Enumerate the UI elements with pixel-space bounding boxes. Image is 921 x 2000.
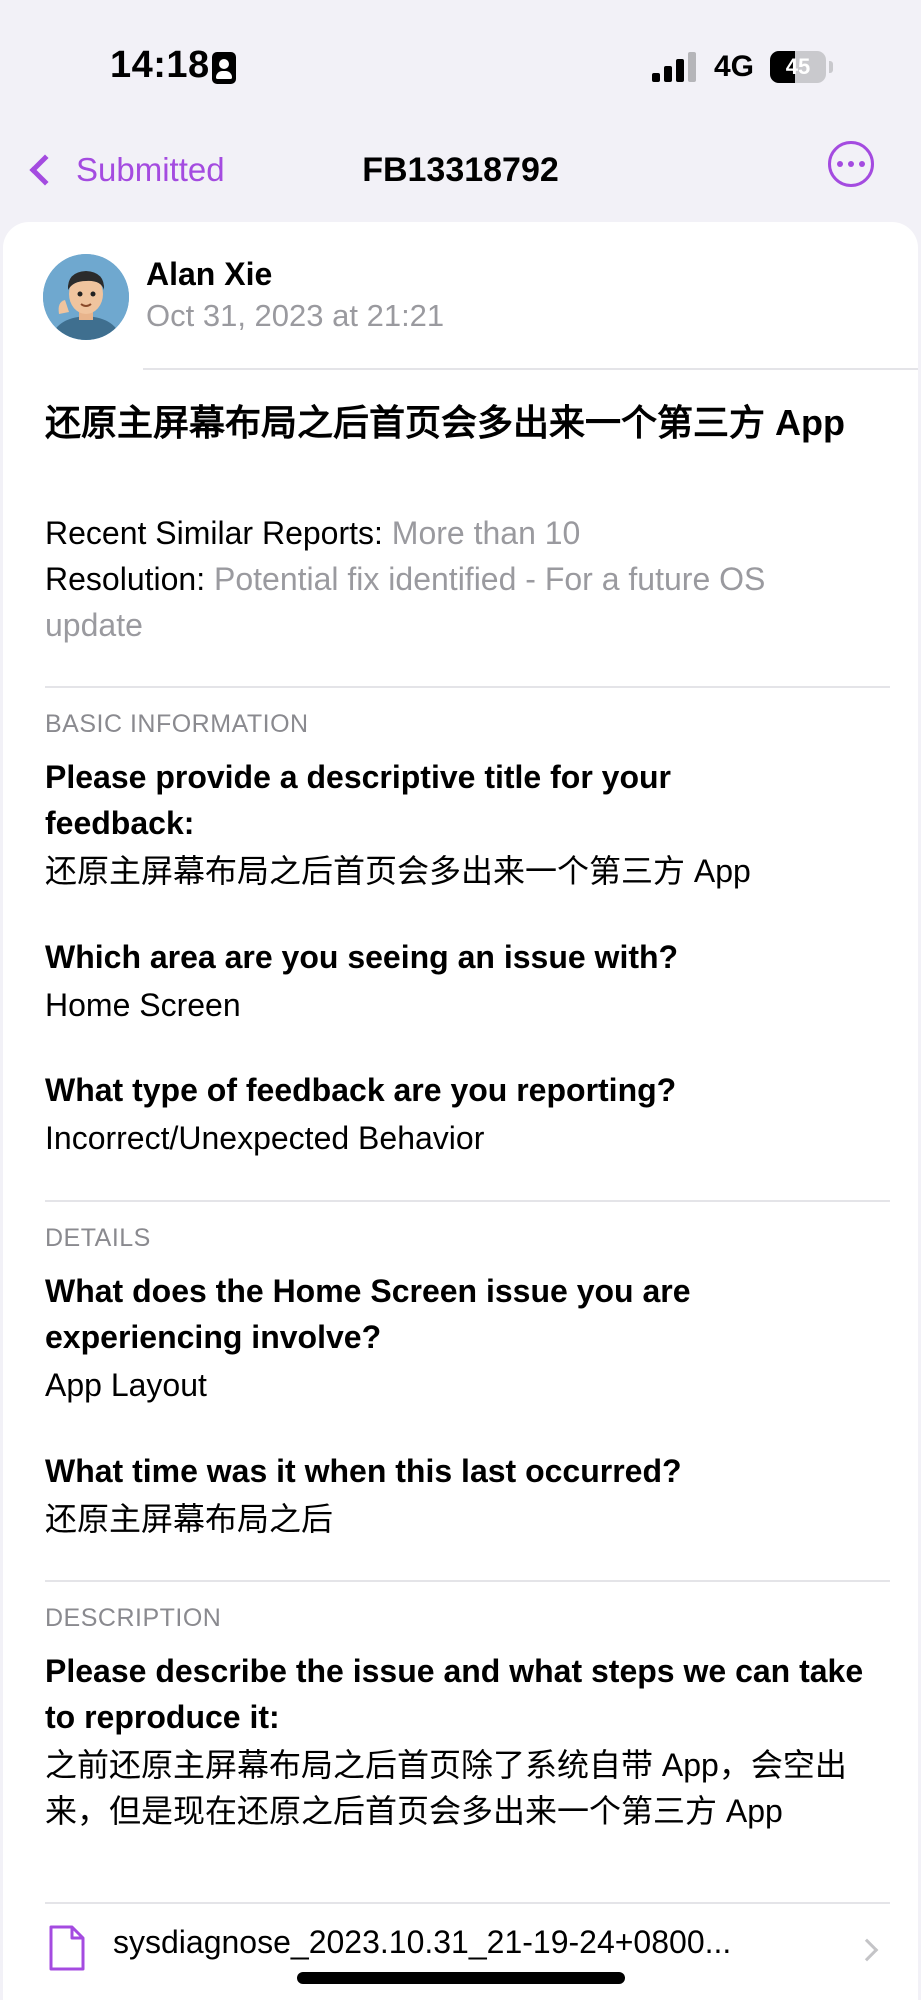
answer-issue-involve: App Layout	[45, 1367, 207, 1403]
question-describe-issue: Please describe the issue and what steps…	[45, 1653, 864, 1735]
answer-area: Home Screen	[45, 987, 241, 1023]
feedback-detail-screen: 14:18 4G 45 Submitted FB13318792 Alan Xi…	[0, 0, 921, 2000]
chevron-right-icon	[855, 1938, 879, 1962]
section-header-description: DESCRIPTION	[45, 1604, 222, 1632]
divider	[45, 1902, 890, 1904]
ellipsis-dot	[848, 161, 854, 167]
signal-bar	[652, 73, 660, 82]
submission-date: Oct 31, 2023 at 21:21	[146, 298, 445, 333]
answer-feedback-type: Incorrect/Unexpected Behavior	[45, 1120, 485, 1156]
memoji-avatar	[43, 254, 129, 340]
battery-cap	[829, 61, 833, 73]
question-title: Please provide a descriptive title for y…	[45, 759, 671, 841]
report-title: 还原主屏幕布局之后首页会多出来一个第三方 App	[45, 402, 845, 443]
similar-reports-line: Recent Similar Reports: More than 10	[45, 510, 845, 556]
divider	[45, 686, 890, 688]
resolution-label: Resolution:	[45, 561, 206, 597]
report-meta: Recent Similar Reports: More than 10 Res…	[45, 510, 845, 648]
navigation-bar: Submitted FB13318792	[0, 130, 921, 220]
question-area: Which area are you seeing an issue with?	[45, 939, 679, 975]
home-indicator	[297, 1972, 625, 1984]
resolution-line: Resolution: Potential fix identified - F…	[45, 556, 845, 648]
ellipsis-dot	[837, 161, 843, 167]
feedback-card: Alan Xie Oct 31, 2023 at 21:21 还原主屏幕布局之后…	[3, 222, 918, 2000]
battery-percent: 45	[785, 54, 811, 79]
similar-reports-value: More than 10	[391, 515, 581, 551]
divider	[143, 368, 918, 370]
network-type: 4G	[714, 50, 755, 83]
cellular-signal-icon	[652, 52, 698, 82]
attachment-filename: sysdiagnose_2023.10.31_21-19-24+0800...	[113, 1924, 732, 1960]
person-card-icon	[212, 52, 236, 84]
status-time: 14:18	[110, 44, 210, 86]
author-name: Alan Xie	[146, 256, 273, 292]
divider	[45, 1580, 890, 1582]
section-header-basic-information: BASIC INFORMATION	[45, 710, 309, 738]
similar-reports-label: Recent Similar Reports:	[45, 515, 383, 551]
document-icon	[49, 1925, 85, 1971]
question-issue-involve: What does the Home Screen issue you are …	[45, 1273, 691, 1355]
page-title: FB13318792	[362, 151, 559, 189]
question-last-occurred: What time was it when this last occurred…	[45, 1453, 682, 1489]
answer-title: 还原主屏幕布局之后首页会多出来一个第三方 App	[45, 853, 751, 889]
signal-bar	[664, 66, 672, 82]
signal-bar	[688, 52, 696, 82]
signal-bar	[676, 59, 684, 82]
more-options-button[interactable]	[828, 141, 874, 187]
answer-describe-issue: 之前还原主屏幕布局之后首页除了系统自带 App，会空出来，但是现在还原之后首页会…	[45, 1747, 847, 1829]
question-feedback-type: What type of feedback are you reporting?	[45, 1072, 677, 1108]
ellipsis-dot	[859, 161, 865, 167]
answer-last-occurred: 还原主屏幕布局之后	[45, 1501, 334, 1537]
section-header-details: DETAILS	[45, 1224, 151, 1252]
status-bar: 14:18 4G 45	[0, 0, 921, 130]
divider	[45, 1200, 890, 1202]
battery-icon: 45	[770, 51, 826, 83]
